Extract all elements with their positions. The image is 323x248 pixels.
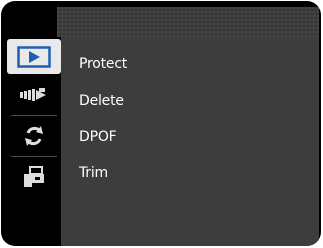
menu-item-dpof[interactable]: DPOF [79, 125, 117, 149]
playback-icon [17, 45, 51, 68]
camera-lcd-screen: Protect Delete DPOF Trim [1, 1, 321, 246]
sidebar-item-slideshow[interactable] [7, 77, 61, 112]
sidebar-divider [11, 156, 57, 157]
sidebar-item-print-settings[interactable] [7, 159, 61, 194]
menu-item-delete[interactable]: Delete [79, 89, 124, 113]
rotate-icon [22, 124, 46, 148]
sidebar-item-rotate[interactable] [7, 118, 61, 153]
slideshow-icon [19, 85, 49, 105]
sidebar-item-playback[interactable] [7, 39, 61, 74]
playback-menu-panel: Protect Delete DPOF Trim [61, 37, 319, 246]
print-settings-icon [21, 165, 47, 188]
sidebar [7, 37, 61, 246]
header-bar [57, 7, 319, 37]
menu-item-protect[interactable]: Protect [79, 52, 127, 76]
sidebar-divider [11, 115, 57, 116]
menu-item-trim[interactable]: Trim [79, 161, 108, 185]
